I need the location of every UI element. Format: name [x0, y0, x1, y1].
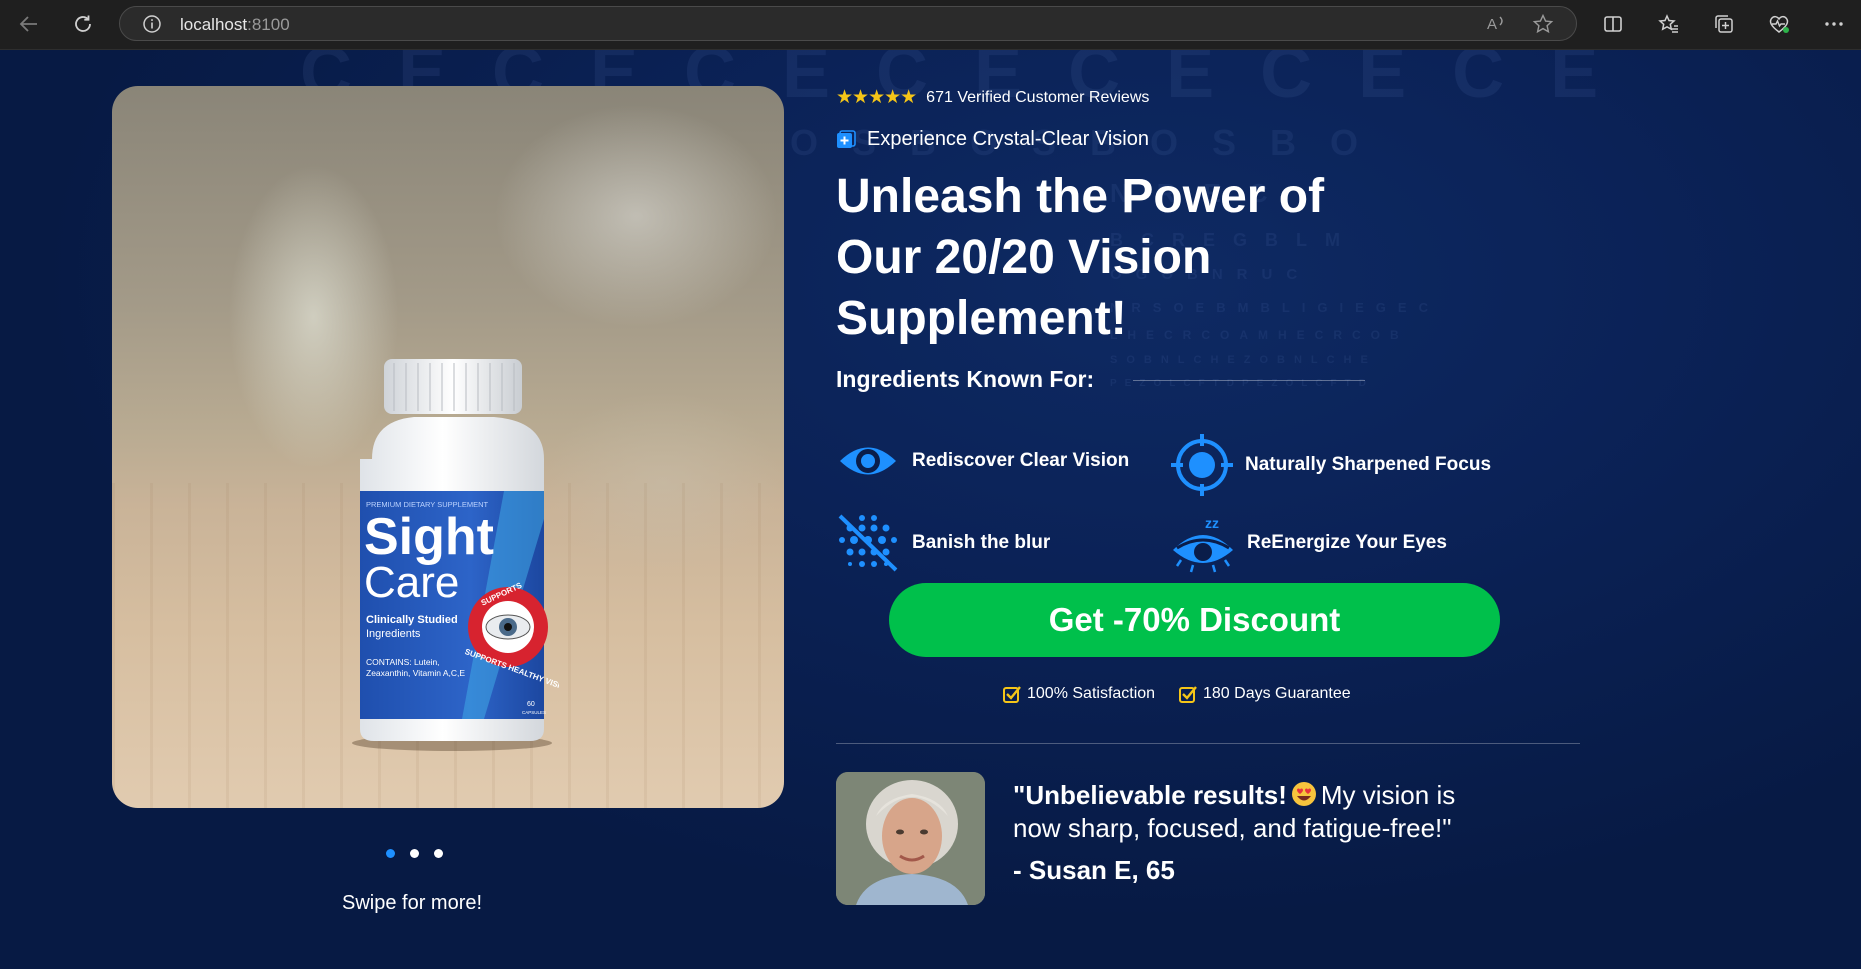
- landing-page: CECECECECECECE OSBOSBOSBO NREC BCREGBLM …: [0, 50, 1861, 969]
- carousel-dot-2[interactable]: [410, 849, 419, 858]
- checkbox-icon: [1179, 686, 1197, 703]
- address-bar[interactable]: localhost:8100 A: [119, 6, 1577, 41]
- feature-label: ReEnergize Your Eyes: [1247, 532, 1447, 553]
- url-port: :8100: [247, 15, 290, 34]
- guarantee-label: 100% Satisfaction: [1027, 685, 1156, 702]
- feature-label: Banish the blur: [912, 532, 1051, 553]
- swipe-hint: Swipe for more!: [342, 892, 483, 914]
- feature-label: Rediscover Clear Vision: [912, 450, 1130, 471]
- carousel-dots: [386, 845, 458, 863]
- section-divider: [836, 743, 1580, 744]
- back-button[interactable]: [12, 8, 46, 40]
- split-screen-button[interactable]: [1596, 8, 1630, 40]
- settings-menu-button[interactable]: [1817, 8, 1851, 40]
- plus-square-icon: [837, 129, 856, 148]
- favorites-button[interactable]: [1652, 8, 1686, 40]
- product-image[interactable]: PREMIUM DIETARY SUPPLEMENT Sight Care Cl…: [112, 86, 784, 808]
- favorite-star-icon[interactable]: [1532, 13, 1554, 40]
- sightcare-bottle: PREMIUM DIETARY SUPPLEMENT Sight Care Cl…: [352, 359, 559, 751]
- browser-essentials-button[interactable]: [1762, 8, 1796, 40]
- url-host: localhost: [180, 15, 248, 34]
- refresh-button[interactable]: [66, 8, 100, 40]
- svg-text:A: A: [1487, 16, 1497, 33]
- svg-text:Zeaxanthin, Vitamin A,C,E: Zeaxanthin, Vitamin A,C,E: [366, 668, 465, 678]
- feature-label: Naturally Sharpened Focus: [1245, 454, 1492, 475]
- favorites-icon: [1658, 14, 1678, 33]
- carousel-dot-3[interactable]: [434, 849, 443, 858]
- site-info-icon[interactable]: [142, 14, 162, 39]
- quote-bold: "Unbelievable results!: [1013, 780, 1287, 810]
- testimonial-author: - Susan E, 65: [1013, 855, 1175, 885]
- title-line-2: Our 20/20 Vision: [836, 231, 1212, 284]
- guarantee-label: 180 Days Guarantee: [1203, 685, 1351, 702]
- svg-text:CAPSULES: CAPSULES: [522, 710, 546, 715]
- feature-clear-vision: Rediscover Clear Vision: [836, 438, 1129, 484]
- rating-row: ★★★★★ 671 Verified Customer Reviews: [836, 86, 1149, 109]
- split-screen-icon: [1604, 16, 1622, 32]
- heart-pulse-icon: [1769, 15, 1789, 33]
- get-discount-button[interactable]: Get -70% Discount: [889, 583, 1500, 657]
- svg-text:CONTAINS: Lutein,: CONTAINS: Lutein,: [366, 657, 440, 667]
- collections-button[interactable]: [1707, 8, 1741, 40]
- eye-icon: [840, 447, 896, 475]
- svg-text:zz: zz: [1205, 515, 1219, 531]
- back-arrow-icon: [19, 16, 37, 32]
- guarantee-satisfaction: 100% Satisfaction: [1002, 684, 1155, 704]
- tagline-text: Experience Crystal-Clear Vision: [867, 128, 1149, 150]
- carousel-dot-1[interactable]: [386, 849, 395, 858]
- feature-reenergize: zz ReEnergize Your Eyes: [1171, 512, 1447, 574]
- review-count: 671 Verified Customer Reviews: [926, 88, 1150, 106]
- quote-text-1: My vision is: [1320, 780, 1456, 810]
- heart-eyes-emoji-icon: [1291, 782, 1316, 806]
- tagline-row: Experience Crystal-Clear Vision: [836, 128, 1149, 151]
- blur-icon: [838, 514, 898, 572]
- quote-text-2: now sharp, focused, and fatigue-free!": [1013, 813, 1452, 843]
- ingredients-divider: [1133, 380, 1365, 381]
- refresh-icon: [75, 15, 91, 32]
- feature-sharpened-focus: Naturally Sharpened Focus: [1171, 434, 1491, 496]
- customer-photo: [836, 772, 985, 905]
- title-line-1: Unleash the Power of: [836, 170, 1325, 223]
- svg-text:Care: Care: [364, 558, 459, 607]
- guarantee-180-days: 180 Days Guarantee: [1178, 684, 1351, 704]
- more-options-icon: [1825, 22, 1843, 26]
- title-line-3: Supplement!: [836, 292, 1127, 345]
- browser-toolbar: localhost:8100 A: [0, 0, 1861, 50]
- avatar: [836, 772, 985, 905]
- svg-text:Ingredients: Ingredients: [366, 628, 421, 640]
- page-title: Unleash the Power of Our 20/20 Vision Su…: [836, 166, 1476, 349]
- url-text[interactable]: localhost:8100: [180, 15, 290, 35]
- crosshair-icon: [1171, 434, 1233, 496]
- sleepy-eye-icon: zz: [1173, 515, 1233, 573]
- read-aloud-icon[interactable]: A: [1486, 13, 1510, 40]
- rating-stars: ★★★★★: [836, 87, 917, 108]
- svg-text:Clinically Studied: Clinically Studied: [366, 614, 458, 626]
- checkbox-icon: [1003, 686, 1021, 703]
- svg-text:60: 60: [527, 701, 535, 708]
- testimonial-quote: "Unbelievable results! My vision is now s…: [1013, 778, 1553, 845]
- collections-icon: [1715, 15, 1733, 33]
- ingredients-title: Ingredients Known For:: [836, 366, 1095, 392]
- feature-banish-blur: Banish the blur: [836, 512, 1050, 574]
